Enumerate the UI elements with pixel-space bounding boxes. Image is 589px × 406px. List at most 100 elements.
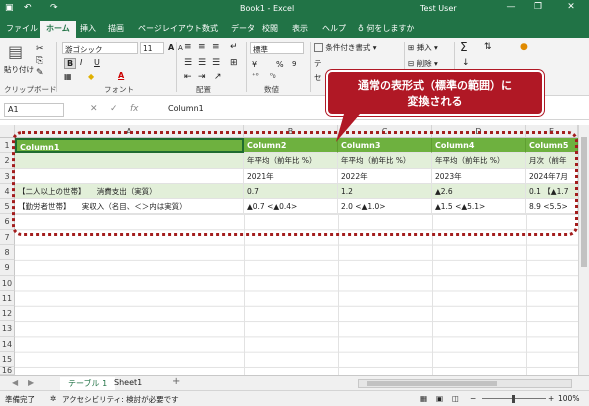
close-button[interactable]: ✕ [560, 2, 582, 12]
sort-filter-icon[interactable]: ⇅ [484, 42, 492, 52]
accessibility-status[interactable]: アクセシビリティ: 検討が必要です [62, 394, 179, 405]
alignment-group-label: 配置 [196, 85, 211, 94]
scroll-tabs-right-icon[interactable]: ▶ [20, 377, 42, 388]
tab-review[interactable]: 校閲 [262, 23, 278, 34]
row-header[interactable]: 13 [0, 321, 15, 337]
italic-button[interactable]: I [80, 58, 82, 67]
borders-icon[interactable]: ▦ [64, 72, 72, 81]
tab-insert[interactable]: 挿入 [80, 23, 96, 34]
decrease-font-button[interactable]: A [178, 44, 183, 52]
gridline [432, 214, 433, 375]
zoom-out-button[interactable]: − [470, 394, 476, 403]
row-header[interactable]: 14 [0, 337, 15, 352]
fill-color-button[interactable]: ◆ [88, 72, 94, 81]
decrease-indent-icon[interactable]: ⇤ [184, 72, 192, 82]
normal-view-icon[interactable]: ▦ [420, 394, 427, 403]
ribbon-separator [246, 42, 247, 92]
insert-function-button[interactable]: fx [130, 104, 139, 114]
user-name[interactable]: Test User [420, 4, 457, 13]
align-top-icon[interactable]: ≡ [184, 42, 192, 52]
underline-button[interactable]: U [94, 58, 100, 67]
row-header[interactable]: 16 [0, 367, 15, 375]
conditional-format-button[interactable]: 条件付き書式 ▾ [314, 42, 377, 53]
zoom-level[interactable]: 100% [558, 394, 579, 403]
add-sheet-button[interactable]: + [164, 375, 188, 388]
page-layout-view-icon[interactable]: ▣ [436, 394, 443, 403]
vertical-scroll-thumb[interactable] [581, 137, 587, 267]
gridline [526, 214, 527, 375]
accounting-button[interactable]: ¥ [252, 60, 257, 69]
align-bottom-icon[interactable]: ≡ [212, 42, 220, 52]
tab-data[interactable]: データ [231, 23, 255, 34]
paste-button[interactable]: 貼り付け [4, 64, 34, 75]
accessibility-icon[interactable]: ✲ [50, 394, 56, 403]
number-format-select[interactable]: 標準 [250, 42, 304, 54]
row-header[interactable]: 7 [0, 230, 15, 245]
wrap-text-icon[interactable]: ↵ [230, 42, 238, 52]
tab-home[interactable]: ホーム [40, 21, 76, 38]
ideas-icon[interactable]: ● [520, 42, 528, 52]
row-header[interactable]: 10 [0, 276, 15, 291]
highlight-frame [12, 131, 578, 236]
gridline [244, 214, 245, 375]
horizontal-scrollbar[interactable] [358, 379, 572, 388]
paste-icon[interactable]: ▤ [8, 42, 23, 61]
restore-button[interactable]: ❐ [527, 2, 549, 12]
fill-icon[interactable]: ↓ [462, 58, 470, 68]
conditional-format-label: 条件付き書式 ▾ [325, 43, 377, 52]
font-size-select[interactable]: 11 [140, 42, 164, 54]
copy-icon[interactable]: ⎘ [36, 56, 43, 66]
align-left-icon[interactable]: ☰ [184, 58, 192, 68]
comma-style-icon[interactable]: 9 [292, 60, 296, 68]
tab-help[interactable]: ヘルプ [322, 23, 346, 34]
tab-formulas[interactable]: 数式 [202, 23, 218, 34]
decrease-decimal-icon[interactable]: ⁰₀ [270, 72, 276, 80]
sheet-tab-sheet1[interactable]: Sheet1 [106, 377, 150, 388]
tab-view[interactable]: 表示 [292, 23, 308, 34]
merge-center-icon[interactable]: ⊞ [230, 58, 238, 68]
empty-grid-area[interactable] [15, 214, 578, 375]
annotation-callout: 通常の表形式（標準の範囲）に 変換される [326, 70, 544, 116]
page-break-view-icon[interactable]: ◫ [452, 394, 459, 403]
undo-icon[interactable]: ↶ [24, 3, 32, 13]
cut-icon[interactable]: ✂ [36, 44, 44, 54]
minimize-button[interactable]: — [500, 2, 522, 12]
tab-page-layout[interactable]: ページレイアウト [138, 23, 202, 34]
cancel-entry-button[interactable]: ✕ [90, 104, 98, 114]
name-box[interactable]: A1 [4, 103, 64, 117]
increase-indent-icon[interactable]: ⇥ [198, 72, 206, 82]
format-painter-icon[interactable]: ✎ [36, 68, 44, 78]
delete-cells-icon: ⊟ [408, 59, 417, 68]
redo-icon[interactable]: ↷ [50, 3, 58, 13]
row-header[interactable]: 11 [0, 291, 15, 306]
orientation-icon[interactable]: ↗ [214, 72, 222, 82]
align-right-icon[interactable]: ☰ [212, 58, 220, 68]
formula-content[interactable]: Column1 [168, 104, 204, 113]
row-header[interactable]: 12 [0, 306, 15, 321]
font-name-select[interactable]: 游ゴシック [62, 42, 138, 54]
vertical-scrollbar[interactable] [578, 125, 589, 375]
tab-file[interactable]: ファイル [6, 23, 38, 34]
zoom-slider-thumb[interactable] [512, 395, 515, 403]
row-header[interactable]: 9 [0, 260, 15, 276]
increase-font-button[interactable]: A [168, 43, 174, 52]
increase-decimal-icon[interactable]: ⁺⁰ [252, 72, 259, 80]
bold-button[interactable]: B [64, 58, 77, 69]
row-header[interactable]: 15 [0, 352, 15, 367]
insert-cells-button[interactable]: ⊞ 挿入 ▾ [408, 42, 438, 53]
tell-me-search[interactable]: ♁ 何をしますか [358, 23, 414, 34]
horizontal-scroll-thumb[interactable] [367, 381, 497, 386]
tab-draw[interactable]: 描画 [108, 23, 124, 34]
cell-styles-button[interactable]: セ [314, 72, 322, 83]
save-icon[interactable]: ▣ [5, 3, 14, 13]
font-color-button[interactable]: A [118, 71, 124, 80]
delete-cells-button[interactable]: ⊟ 削除 ▾ [408, 58, 438, 69]
align-middle-icon[interactable]: ≡ [198, 42, 206, 52]
format-as-table-button[interactable]: テ [314, 58, 322, 69]
autosum-button[interactable]: Σ [460, 40, 468, 54]
confirm-entry-button[interactable]: ✓ [110, 104, 118, 114]
percent-button[interactable]: % [276, 60, 284, 69]
align-center-icon[interactable]: ☰ [198, 58, 206, 68]
zoom-in-button[interactable]: + [548, 394, 554, 403]
row-header[interactable]: 8 [0, 245, 15, 260]
